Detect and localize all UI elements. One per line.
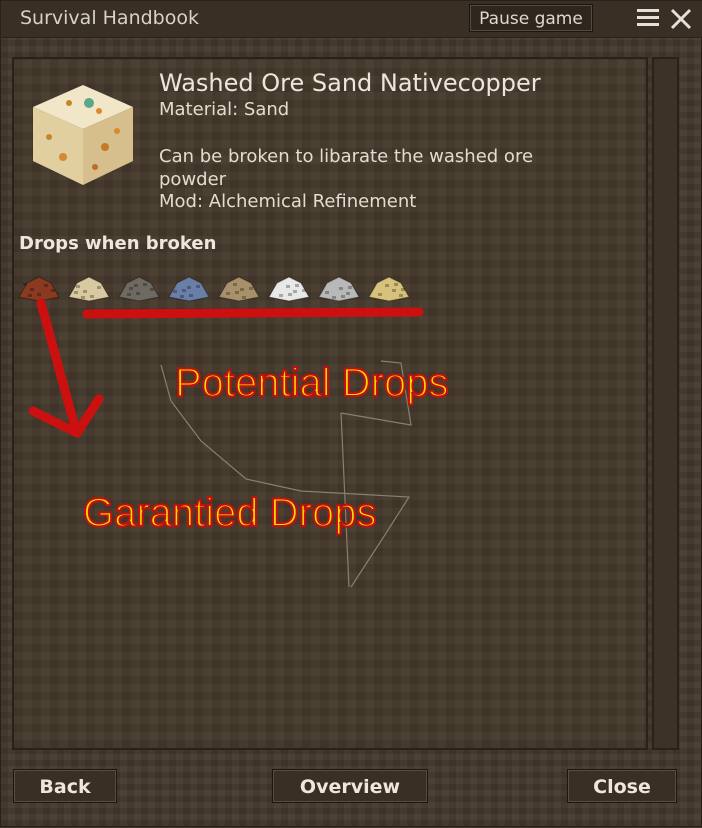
- item-description: Can be broken to libarate the washed ore…: [159, 146, 534, 190]
- drops-heading: Drops when broken: [19, 233, 217, 254]
- survival-handbook-window: Survival Handbook Pause game Washed Ore …: [0, 0, 702, 827]
- hamburger-menu-icon[interactable]: [637, 8, 659, 28]
- pause-game-button[interactable]: Pause game: [469, 4, 593, 32]
- overview-button[interactable]: Overview: [272, 769, 428, 803]
- copper-ore-drop-icon[interactable]: [17, 271, 61, 305]
- dark-gravel-drop-icon[interactable]: [117, 271, 161, 305]
- back-button[interactable]: Back: [13, 769, 117, 803]
- grey-gravel-drop-icon[interactable]: [317, 271, 361, 305]
- yellow-sand-drop-icon[interactable]: [367, 271, 411, 305]
- item-material: Material: Sand: [159, 99, 290, 120]
- item-title: Washed Ore Sand Nativecopper: [159, 69, 541, 97]
- red-white-powder-drop-icon[interactable]: [267, 271, 311, 305]
- sand-pile-drop-icon[interactable]: [67, 271, 111, 305]
- garantied-drops-annotation: Garantied Drops: [82, 490, 377, 536]
- potential-drops-annotation: Potential Drops: [174, 360, 449, 406]
- drops-list: [17, 271, 417, 305]
- title-bar[interactable]: Survival Handbook Pause game: [1, 1, 702, 38]
- washed-ore-sand-block-icon: [33, 85, 133, 185]
- close-x-icon[interactable]: [669, 7, 693, 31]
- close-button[interactable]: Close: [567, 769, 677, 803]
- page-scrollbar[interactable]: [652, 57, 679, 750]
- item-mod: Mod: Alchemical Refinement: [159, 191, 417, 212]
- blue-ore-drop-icon[interactable]: [167, 271, 211, 305]
- window-title: Survival Handbook: [20, 7, 199, 29]
- brown-sand-drop-icon[interactable]: [217, 271, 261, 305]
